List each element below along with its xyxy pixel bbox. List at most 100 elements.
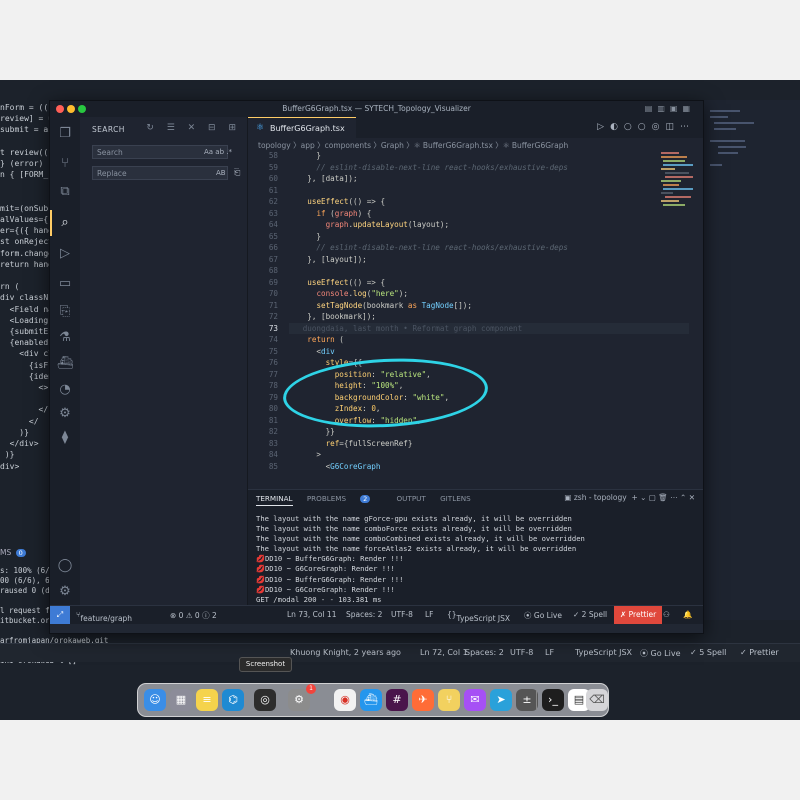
remote-indicator-icon[interactable]: ⤢ <box>50 606 70 624</box>
remote-explorer-icon[interactable]: ▭ <box>56 275 74 293</box>
encoding[interactable]: UTF-8 <box>391 610 413 619</box>
extensions-icon[interactable]: ⧉ <box>56 183 74 201</box>
line-number: 75 <box>268 346 278 356</box>
code-line[interactable]: 61 <box>248 185 703 197</box>
code-line[interactable]: 82 }} <box>248 426 703 438</box>
notifications-icon[interactable]: 🔔 <box>683 610 692 619</box>
testing-icon[interactable]: ⚗ <box>56 329 74 347</box>
terminal-line: 💋DD10 ~ G6CoreGraph: Render !!! <box>256 564 395 574</box>
prettier-status[interactable]: ✗ Prettier <box>614 606 663 624</box>
code-line[interactable]: 62 useEffect(() => { <box>248 196 703 208</box>
code-line[interactable]: 76 style={{ <box>248 357 703 369</box>
cursor-position[interactable]: Ln 73, Col 11 <box>287 610 336 619</box>
screenshot-icon[interactable]: ◎ <box>254 689 276 711</box>
messenger-icon[interactable]: ✉ <box>464 689 486 711</box>
editor-minimap[interactable] <box>659 150 699 260</box>
code-view[interactable]: 58 } 59 // eslint-disable-next-line react… <box>248 150 703 489</box>
problems-indicator[interactable]: ⊗ 0 ⚠ 0 ⓘ 2 <box>170 610 217 621</box>
terminal-actions[interactable]: ▣ zsh - topology + ⌄ ▢ 🗑 ⋯ ⌃ ✕ <box>564 493 695 502</box>
docker-icon[interactable]: ⛴ <box>360 689 382 711</box>
editor-group: ⚛ BufferG6Graph.tsx ▷◐○○◎◫⋯ topology 〉ap… <box>248 117 703 489</box>
line-content: }} <box>289 427 335 436</box>
explorer-icon[interactable]: ❐ <box>56 125 74 143</box>
code-line[interactable]: 70 console.log("here"); <box>248 288 703 300</box>
code-line[interactable]: 65 } <box>248 231 703 243</box>
terminal-shell-label[interactable]: zsh - topology <box>574 493 627 502</box>
spell-checker[interactable]: ✓ 2 Spell <box>573 610 607 619</box>
finder-icon[interactable]: ☺ <box>144 689 166 711</box>
code-line[interactable]: 74 return ( <box>248 334 703 346</box>
language-mode[interactable]: {} TypeScript JSX <box>447 610 510 623</box>
run-debug-icon[interactable]: ▷ <box>56 245 74 263</box>
code-line[interactable]: 83 ref={fullScreenRef} <box>248 438 703 450</box>
code-line[interactable]: 67 }, [layout]); <box>248 254 703 266</box>
line-content: console.log("here"); <box>316 289 408 298</box>
code-line[interactable]: 66 // eslint-disable-next-line react-hoo… <box>248 242 703 254</box>
terraform-icon[interactable]: ⧫ <box>56 429 74 447</box>
dock-tooltip: Screenshot <box>239 657 292 672</box>
code-line[interactable]: 75 <div <box>248 346 703 358</box>
terminal-line: The layout with the name comboForce exis… <box>256 524 572 534</box>
code-line[interactable]: 73 duongdaia, last month • Reformat grap… <box>248 322 703 334</box>
indentation[interactable]: Spaces: 2 <box>346 610 382 619</box>
terminal-line: GET /modal 200 - - 103.381 ms <box>256 594 382 604</box>
tab-buffer-g6-graph[interactable]: ⚛ BufferG6Graph.tsx <box>248 117 356 138</box>
line-content: if (graph) { <box>316 208 372 218</box>
launchpad-icon[interactable]: ▦ <box>170 689 192 711</box>
code-line[interactable]: 64 graph.updateLayout(layout); <box>248 219 703 231</box>
sidebar-actions[interactable]: ↻ ☰ ✕ ⊟ ⊞ <box>146 123 241 133</box>
telegram-icon[interactable]: ➤ <box>490 689 512 711</box>
fork-icon[interactable]: ⑂ <box>438 689 460 711</box>
accounts-status-icon[interactable]: ⚇ <box>663 610 670 619</box>
line-content: }, [layout]); <box>289 254 367 264</box>
terminal-output[interactable]: The layout with the name gForce-gpu exis… <box>256 514 696 605</box>
code-line[interactable]: 85 <G6CoreGraph <box>248 461 703 473</box>
accounts-icon[interactable]: ◯ <box>56 557 74 575</box>
editor-actions[interactable]: ▷◐○○◎◫⋯ <box>597 117 695 138</box>
postman-icon[interactable]: ✈ <box>412 689 434 711</box>
close-window-button[interactable] <box>56 105 64 113</box>
notes-icon[interactable]: ≡ <box>196 689 218 711</box>
gitlab-icon[interactable]: ⚙ <box>56 405 74 423</box>
tab-output[interactable]: OUTPUT <box>397 494 426 503</box>
chrome-icon[interactable]: ◉ <box>334 689 356 711</box>
slack-icon[interactable]: # <box>386 689 408 711</box>
search-options[interactable]: Aa ab .* <box>204 148 232 156</box>
settings-icon[interactable]: ⚙ <box>56 583 74 601</box>
zoom-window-button[interactable] <box>78 105 86 113</box>
trash-icon[interactable]: ⌫ <box>586 689 608 711</box>
search-icon[interactable]: ⌕ <box>56 214 74 232</box>
line-content: > <box>289 450 322 459</box>
live-share-icon[interactable]: ⎘ <box>56 303 74 321</box>
line-content: return ( <box>307 335 344 344</box>
line-number: 69 <box>268 277 278 287</box>
tab-terminal[interactable]: TERMINAL <box>256 494 293 506</box>
code-line[interactable]: 60 }, [data]); <box>248 173 703 185</box>
code-line[interactable]: 72 }, [bookmark]); <box>248 311 703 323</box>
code-line[interactable]: 69 useEffect(() => { <box>248 277 703 289</box>
vscode-icon[interactable]: ⌬ <box>222 689 244 711</box>
code-line[interactable]: 63 if (graph) { <box>248 208 703 220</box>
replace-all-icon[interactable]: ⎗ <box>234 168 240 178</box>
replace-input[interactable]: Replace <box>92 166 228 180</box>
source-control-icon[interactable]: ⑂ <box>56 155 74 173</box>
line-number: 82 <box>268 427 278 436</box>
calculator-icon[interactable]: ± <box>516 689 538 711</box>
tab-problems[interactable]: PROBLEMS 2 <box>307 494 382 503</box>
tab-gitlens[interactable]: GITLENS <box>440 494 471 503</box>
background-minimap <box>702 100 800 620</box>
code-line[interactable]: 59 // eslint-disable-next-line react-hoo… <box>248 162 703 174</box>
replace-option[interactable]: AB <box>216 169 226 177</box>
layout-icons[interactable]: ▤▥▣▦ <box>645 101 695 117</box>
go-live-button[interactable]: ⦿ Go Live <box>524 610 562 621</box>
code-line[interactable]: 68 <box>248 265 703 277</box>
code-line[interactable]: 71 setTagNode(bookmark as TagNode[]); <box>248 300 703 312</box>
code-line[interactable]: 84 > <box>248 449 703 461</box>
gitlens-icon[interactable]: ◔ <box>56 381 74 399</box>
docker-icon[interactable]: ⛴ <box>56 355 74 373</box>
terminal-icon[interactable]: ›_ <box>542 689 564 711</box>
minimize-window-button[interactable] <box>67 105 75 113</box>
branch-indicator[interactable]: ⑂ feature/graph <box>76 610 132 623</box>
code-line[interactable]: 58 } <box>248 150 703 162</box>
end-of-line[interactable]: LF <box>425 610 434 619</box>
